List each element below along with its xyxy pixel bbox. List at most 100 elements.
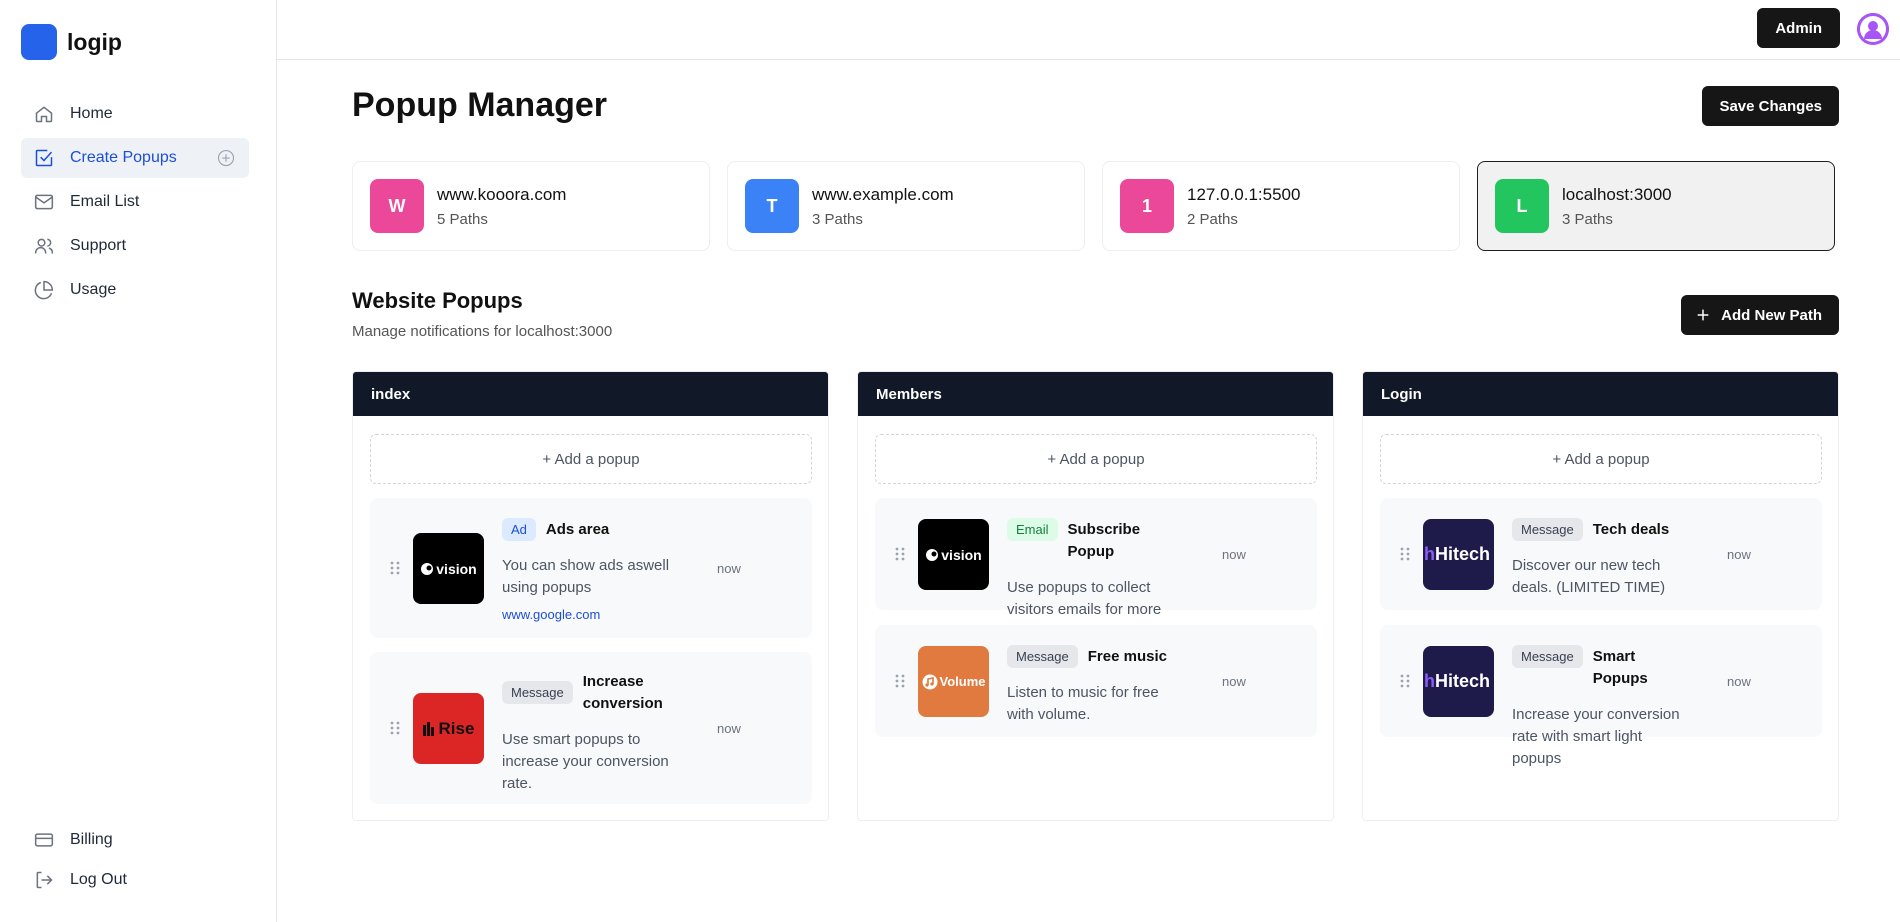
mail-icon [34,194,54,210]
thumb-text: Hitech [1435,544,1491,564]
vision-logo: vision [413,533,484,604]
brand-logo [21,24,57,60]
popup-tag: Email [1007,518,1058,541]
popup-card[interactable]: vision Ad Ads area You can show ads aswe… [370,498,812,638]
popup-body: Message Increase conversion Use smart po… [502,670,677,795]
thumb-text: vision [941,546,982,563]
sidebar-item-label: Create Popups [70,149,177,166]
popup-tag: Message [502,681,573,704]
sidebar-item-label: Billing [70,831,113,848]
site-initial-badge: 1 [1120,179,1174,233]
add-popup-button[interactable]: + Add a popup [1380,434,1822,484]
popup-tag: Message [1512,645,1583,668]
popup-body: Ad Ads area You can show ads aswell usin… [502,518,677,622]
users-icon [34,238,54,254]
music-note-icon [922,674,937,689]
site-list: W www.kooora.com 5 Paths T www.example.c… [352,161,1839,251]
save-changes-button[interactable]: Save Changes [1702,86,1839,126]
sidebar-item-email-list[interactable]: Email List [21,182,249,222]
drag-handle-icon[interactable] [1400,547,1410,561]
site-card-selected[interactable]: L localhost:3000 3 Paths [1477,161,1835,251]
popup-title: Free music [1087,648,1167,665]
popup-title: Smart Popups [1592,648,1648,687]
sidebar-item-support[interactable]: Support [21,226,249,266]
rise-logo: Rise [413,693,484,764]
sidebar-nav: Home Create Popups Email List Support Us… [21,94,249,314]
brand-name: logip [67,28,122,55]
sidebar-item-usage[interactable]: Usage [21,270,249,310]
site-paths-count: 5 Paths [437,210,488,228]
avatar[interactable] [1857,13,1889,45]
site-card[interactable]: W www.kooora.com 5 Paths [352,161,710,251]
add-popup-button[interactable]: + Add a popup [875,434,1317,484]
site-initial-badge: W [370,179,424,233]
popup-tag: Message [1512,518,1583,541]
popup-card[interactable]: h Hitech Message Smart Popups Increase y… [1380,625,1822,767]
sidebar-item-label: Home [70,105,113,122]
column-title: Members [858,372,1333,416]
site-paths-count: 3 Paths [1562,210,1613,228]
brand[interactable]: logip [21,24,122,60]
credit-card-icon [34,833,54,847]
drag-handle-icon[interactable] [895,674,905,688]
check-square-icon [35,149,53,167]
popup-time: now [1727,674,1751,689]
thumb-text: Rise [438,718,475,738]
popup-card[interactable]: vision Email Subscribe Popup Use popups … [875,498,1317,640]
popup-time: now [1727,547,1751,562]
sidebar-item-create-popups[interactable]: Create Popups [21,138,249,178]
admin-button[interactable]: Admin [1757,8,1840,48]
add-new-path-button[interactable]: Add New Path [1681,295,1839,335]
sidebar-item-home[interactable]: Home [21,94,249,134]
site-domain: localhost:3000 [1562,184,1672,204]
column-title: Login [1363,372,1838,416]
hitech-logo: h Hitech [1423,519,1494,590]
popup-title: Increase conversion [582,673,663,712]
site-card[interactable]: 1 127.0.0.1:5500 2 Paths [1102,161,1460,251]
popup-link[interactable]: www.google.com [502,607,677,622]
path-column: Members + Add a popup vision Email Subsc… [857,371,1334,821]
site-initial-badge: L [1495,179,1549,233]
drag-handle-icon[interactable] [1400,674,1410,688]
add-new-path-label: Add New Path [1721,306,1822,324]
hitech-logo: h Hitech [1423,646,1494,717]
add-popup-button[interactable]: + Add a popup [370,434,812,484]
log-out-icon [36,871,53,889]
popup-tag: Message [1007,645,1078,668]
column-title: index [353,372,828,416]
popup-title: Subscribe Popup [1067,521,1141,560]
popup-card[interactable]: Rise Message Increase conversion Use sma… [370,652,812,804]
pie-chart-icon [34,280,54,300]
popup-description: Discover our new tech deals. (LIMITED TI… [1512,557,1666,596]
popup-time: now [1222,674,1246,689]
thumb-text: Hitech [1435,671,1491,691]
path-column: index + Add a popup vision Ad Ads area Y… [352,371,829,821]
user-avatar-icon [1857,13,1889,45]
sidebar-item-label: Email List [70,193,140,210]
site-card[interactable]: T www.example.com 3 Paths [727,161,1085,251]
popup-description: Increase your conversion rate with smart… [1512,706,1680,767]
vision-logo: vision [918,519,989,590]
site-paths-count: 3 Paths [812,210,863,228]
rise-mark-icon [422,721,434,736]
drag-handle-icon[interactable] [390,561,400,575]
popup-description: You can show ads aswell using popups [502,557,670,596]
popup-card[interactable]: h Hitech Message Tech deals Discover our… [1380,498,1822,610]
hitech-h-mark-icon: h [1424,544,1435,564]
sidebar-bottom-nav: Billing Log Out [21,820,249,900]
sidebar-item-log-out[interactable]: Log Out [21,860,249,900]
section-subtitle: Manage notifications for localhost:3000 [352,323,613,340]
sidebar-item-billing[interactable]: Billing [21,820,249,860]
vision-mark-icon [421,562,434,575]
popup-card[interactable]: Volume Message Free music Listen to musi… [875,625,1317,737]
popup-body: Message Tech deals Discover our new tech… [1512,518,1687,599]
drag-handle-icon[interactable] [895,547,905,561]
drag-handle-icon[interactable] [390,721,400,735]
section-title: Website Popups [352,288,523,313]
vision-mark-icon [926,548,939,561]
popup-body: Message Smart Popups Increase your conve… [1512,645,1687,770]
add-circle-icon[interactable] [217,149,235,167]
site-domain: www.example.com [812,184,954,204]
hitech-h-mark-icon: h [1424,671,1435,691]
popup-title: Tech deals [1592,521,1670,538]
